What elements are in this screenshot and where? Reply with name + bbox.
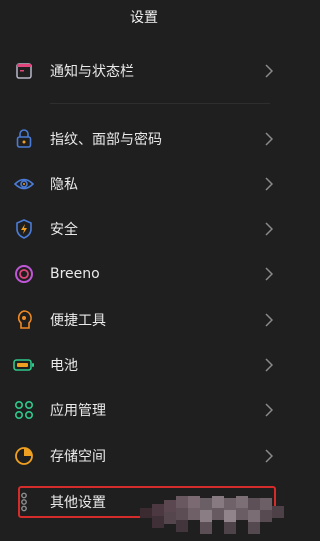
settings-item-safety[interactable]: 安全 — [0, 207, 288, 251]
notification-icon — [12, 59, 36, 83]
tools-icon — [12, 308, 36, 332]
settings-item-label: 应用管理 — [50, 403, 106, 419]
lock-icon — [12, 127, 36, 151]
settings-item-notifications[interactable]: 通知与状态栏 — [0, 49, 288, 93]
settings-item-apps[interactable]: 应用管理 — [0, 388, 288, 432]
settings-item-tools[interactable]: 便捷工具 — [0, 298, 288, 342]
shield-icon — [12, 217, 36, 241]
page-title: 设置 — [130, 10, 158, 26]
chevron-right-icon — [264, 221, 274, 237]
battery-icon — [12, 353, 36, 377]
settings-item-label: 指纹、面部与密码 — [50, 132, 162, 148]
chevron-right-icon — [264, 131, 274, 147]
settings-item-label: 电池 — [50, 358, 78, 374]
settings-item-label: 存储空间 — [50, 449, 106, 465]
settings-item-label: 安全 — [50, 222, 78, 238]
settings-item-label: 便捷工具 — [50, 313, 106, 329]
settings-item-battery[interactable]: 电池 — [0, 343, 288, 387]
storage-icon — [12, 444, 36, 468]
settings-item-privacy[interactable]: 隐私 — [0, 162, 288, 206]
chevron-right-icon — [264, 63, 274, 79]
chevron-right-icon — [264, 312, 274, 328]
privacy-eye-icon — [12, 172, 36, 196]
settings-item-label: Breeno — [50, 266, 100, 282]
divider — [50, 103, 270, 104]
settings-item-breeno[interactable]: Breeno — [0, 252, 288, 296]
settings-item-storage[interactable]: 存储空间 — [0, 434, 288, 478]
chevron-right-icon — [264, 448, 274, 464]
settings-item-security-password[interactable]: 指纹、面部与密码 — [0, 117, 288, 161]
apps-grid-icon — [12, 398, 36, 422]
chevron-right-icon — [264, 402, 274, 418]
settings-item-label: 通知与状态栏 — [50, 64, 134, 80]
chevron-right-icon — [264, 266, 274, 282]
chevron-right-icon — [264, 176, 274, 192]
breeno-icon — [12, 262, 36, 286]
chevron-right-icon — [264, 357, 274, 373]
watermark-mosaic — [140, 496, 284, 534]
settings-item-label: 隐私 — [50, 177, 78, 193]
